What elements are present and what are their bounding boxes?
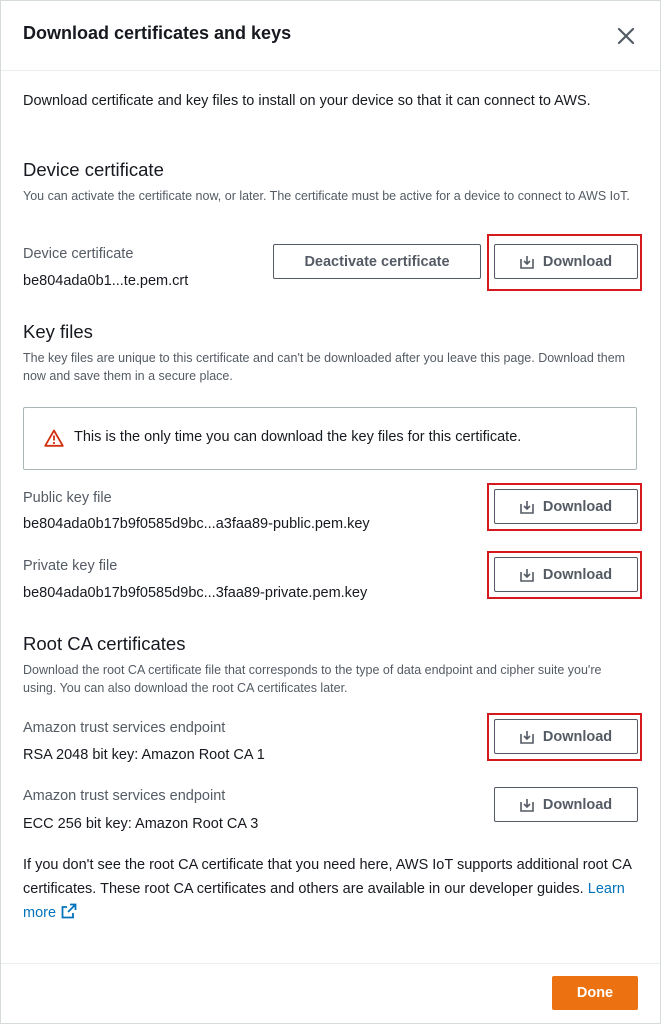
device-certificate-filename: be804ada0b1...te.pem.crt — [23, 273, 189, 289]
root-ca-ecc-download-button[interactable]: Download — [494, 787, 638, 822]
download-label: Download — [542, 498, 613, 515]
public-key-filename: be804ada0b17b9f0585d9bc...a3faa89-public… — [23, 516, 370, 532]
done-button[interactable]: Done — [552, 976, 638, 1010]
download-icon — [520, 798, 534, 812]
download-label: Download — [542, 566, 613, 583]
root-ca-rsa-download-button[interactable]: Download — [494, 719, 638, 754]
device-certificate-heading: Device certificate — [23, 159, 164, 180]
device-certificate-download-button[interactable]: Download — [494, 244, 638, 279]
close-icon[interactable] — [613, 23, 639, 49]
key-files-alert: This is the only time you can download t… — [23, 407, 637, 470]
footnote-text: If you don't see the root CA certificate… — [23, 857, 632, 897]
deactivate-certificate-label: Deactivate certificate — [304, 253, 450, 270]
external-link-icon — [61, 903, 77, 919]
download-icon — [520, 730, 534, 744]
root-ca-footnote: If you don't see the root CA certificate… — [23, 853, 635, 925]
device-certificate-description: You can activate the certificate now, or… — [23, 189, 630, 203]
root-ca-ecc-value: ECC 256 bit key: Amazon Root CA 3 — [23, 816, 259, 832]
modal-title: Download certificates and keys — [23, 23, 292, 43]
root-ca-description: Download the root CA certificate file th… — [23, 663, 602, 695]
download-icon — [520, 500, 534, 514]
alert-text: This is the only time you can download t… — [74, 429, 522, 445]
modal-header: Download certificates and keys — [1, 1, 660, 71]
download-label: Download — [542, 253, 613, 270]
key-files-description: The key files are unique to this certifi… — [23, 351, 626, 383]
public-key-download-button[interactable]: Download — [494, 489, 638, 524]
deactivate-certificate-button[interactable]: Deactivate certificate — [273, 244, 481, 279]
download-label: Download — [542, 728, 613, 745]
private-key-download-button[interactable]: Download — [494, 557, 638, 592]
device-certificate-label: Device certificate — [23, 246, 134, 262]
warning-icon — [44, 429, 64, 447]
private-key-filename: be804ada0b17b9f0585d9bc...3faa89-private… — [23, 585, 368, 601]
download-label: Download — [542, 796, 613, 813]
public-key-label: Public key file — [23, 490, 112, 506]
download-icon — [520, 255, 534, 269]
root-ca-rsa-label: Amazon trust services endpoint — [23, 720, 226, 736]
download-certificates-modal: Download certificates and keys Download … — [0, 0, 661, 1024]
footer-divider — [1, 963, 660, 964]
private-key-label: Private key file — [23, 558, 118, 574]
download-icon — [520, 568, 534, 582]
root-ca-heading: Root CA certificates — [23, 633, 186, 654]
key-files-heading: Key files — [23, 321, 93, 342]
intro-text: Download certificate and key files to in… — [23, 93, 591, 109]
root-ca-rsa-value: RSA 2048 bit key: Amazon Root CA 1 — [23, 747, 265, 763]
root-ca-ecc-label: Amazon trust services endpoint — [23, 788, 226, 804]
